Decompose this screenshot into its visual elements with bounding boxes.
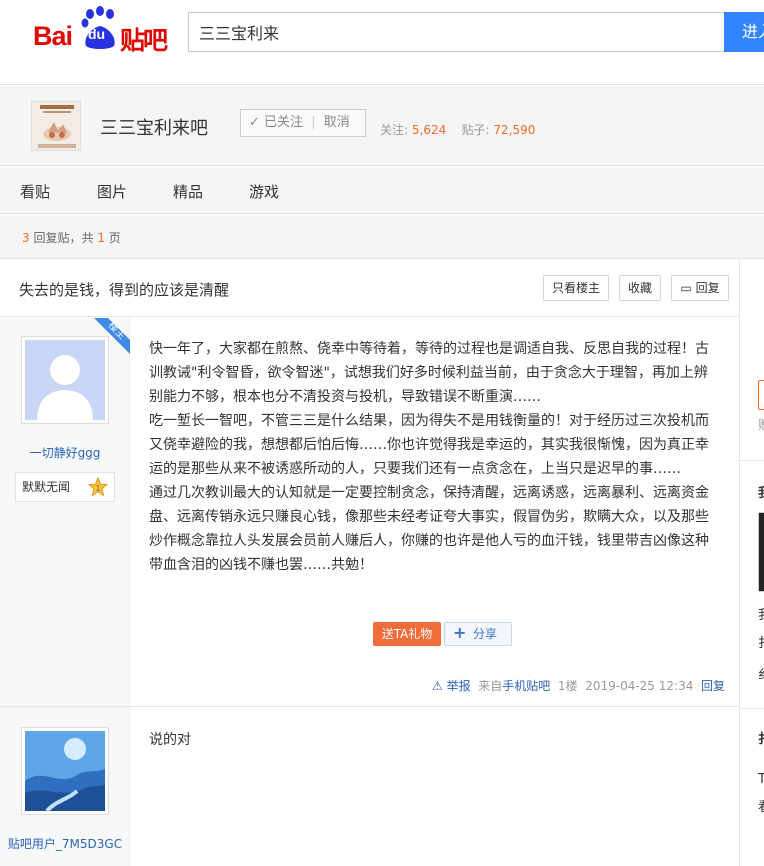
reply-count-label: 回复贴，共 xyxy=(33,231,94,245)
right-text: T xyxy=(758,772,764,787)
post-content: 快一年了，大家都在煎熬、侥幸中等待着，等待的过程也是调适自我、反思自我的过程！古… xyxy=(149,337,719,577)
post-count-label: 贴子: xyxy=(461,123,490,137)
page-count: 1 xyxy=(97,231,105,245)
check-icon: ✓ xyxy=(249,115,260,130)
enter-forum-button[interactable]: 进入 xyxy=(724,12,764,52)
logo-tieba: 贴吧 xyxy=(120,26,168,55)
source-prefix: 来自 xyxy=(478,679,503,693)
post-paragraph: 通过几次教训最大的认知就是一定要控制贪念，保持清醒，远离诱惑，远离暴利、远离资金… xyxy=(149,485,709,573)
right-text: 我 xyxy=(758,604,764,623)
sign-in-button[interactable] xyxy=(758,380,764,410)
tab-images[interactable]: 图片 xyxy=(97,181,127,202)
avatar[interactable] xyxy=(21,727,109,815)
tab-games[interactable]: 游戏 xyxy=(249,181,279,202)
reply-button-label: 回复 xyxy=(695,281,720,295)
followed-label: 已关注 xyxy=(264,115,304,130)
post-time: 2019-04-25 12:34 xyxy=(585,679,694,693)
logo-bai: Bai xyxy=(33,21,73,51)
search-input[interactable] xyxy=(188,12,725,52)
logo-du: du xyxy=(88,26,106,42)
svg-text:1: 1 xyxy=(95,484,100,493)
follow-separator: | xyxy=(311,115,316,130)
reply-summary: 3 回复贴，共 1 页 xyxy=(0,215,764,259)
author-name[interactable]: 一切静好ggg xyxy=(0,444,130,461)
star-icon: 1 xyxy=(88,477,108,497)
reply-count: 3 xyxy=(22,231,30,245)
tab-featured[interactable]: 精品 xyxy=(173,181,203,202)
share-label: 分享 xyxy=(473,627,498,641)
reply-button[interactable]: ▭ 回复 xyxy=(671,275,729,301)
follow-count: 5,624 xyxy=(411,123,447,137)
divider xyxy=(740,460,764,461)
post-paragraph: 快一年了，大家都在煎熬、侥幸中等待着，等待的过程也是调适自我、反思自我的过程！古… xyxy=(149,341,709,405)
send-gift-button[interactable]: 送TA礼物 xyxy=(373,622,441,646)
right-thumbnail[interactable] xyxy=(758,512,764,592)
post-tail: ⚠ 举报 来自手机贴吧 1楼 2019-04-25 12:34 回复 xyxy=(432,677,725,694)
floor-number: 1楼 xyxy=(557,679,578,693)
follow-count-label: 关注: xyxy=(380,123,409,137)
page-count-label: 页 xyxy=(108,231,121,245)
avatar[interactable] xyxy=(21,336,109,424)
forum-avatar-image xyxy=(32,102,80,150)
baidu-tieba-logo[interactable]: Bai du 贴吧 xyxy=(33,4,173,55)
forum-nav: 看贴 图片 精品 游戏 xyxy=(0,167,764,214)
reply-link[interactable]: 回复 xyxy=(701,679,725,693)
follow-toggle[interactable]: ✓ 已关注 | 取消 xyxy=(240,109,366,137)
right-heading: 我 xyxy=(758,482,764,501)
post-floor-2: 贴吧用户_7M5D3GC 说的对 xyxy=(0,707,740,866)
tab-posts[interactable]: 看贴 xyxy=(20,181,50,202)
right-heading: 扌 xyxy=(758,728,764,747)
thread-title: 失去的是钱，得到的应该是清醒 xyxy=(19,281,230,299)
forum-header: 三三宝利来吧 ✓ 已关注 | 取消 关注: 5,624 贴子: 72,590 xyxy=(0,86,764,166)
forum-avatar[interactable] xyxy=(31,101,81,151)
forum-stats: 关注: 5,624 贴子: 72,590 xyxy=(380,121,535,138)
top-bar: Bai du 贴吧 进入 xyxy=(0,0,764,85)
right-text: 赠 xyxy=(758,416,764,433)
only-author-button[interactable]: 只看楼主 xyxy=(543,275,609,301)
thread-title-bar: 失去的是钱，得到的应该是清醒 只看楼主 收藏 ▭ 回复 xyxy=(0,260,740,317)
post-paragraph: 吃一堑长一智吧，不管三三是什么结果，因为得失不是用钱衡量的！对于经历过三次投机而… xyxy=(149,413,709,477)
divider xyxy=(740,708,764,709)
warning-icon: ⚠ xyxy=(432,679,443,693)
author-name[interactable]: 贴吧用户_7M5D3GC xyxy=(0,835,130,852)
source-link[interactable]: 手机贴吧 xyxy=(502,679,550,693)
cancel-follow-button[interactable]: 取消 xyxy=(324,115,350,130)
right-text: 看 xyxy=(758,796,764,815)
post-paragraph: 说的对 xyxy=(149,732,191,748)
comment-icon: ▭ xyxy=(680,281,692,295)
report-link[interactable]: 举报 xyxy=(447,679,471,693)
post-count: 72,590 xyxy=(493,123,536,137)
right-text: 扌 xyxy=(758,632,764,651)
plus-icon: + xyxy=(453,623,467,642)
forum-name[interactable]: 三三宝利来吧 xyxy=(100,114,208,140)
right-text: 纟 xyxy=(758,664,764,683)
default-avatar-image xyxy=(25,340,105,420)
share-button[interactable]: + 分享 xyxy=(444,622,512,646)
right-sidebar: 赠 我 我 扌 纟 扌 T 看 xyxy=(739,260,764,866)
landscape-avatar-image xyxy=(25,731,105,813)
collect-button[interactable]: 收藏 xyxy=(619,275,661,301)
user-level[interactable]: 默默无闻 1 xyxy=(15,472,115,502)
user-level-label: 默默无闻 xyxy=(22,480,71,494)
post-content: 说的对 xyxy=(149,728,719,752)
post-floor-1: 楼主 一切静好ggg 默默无闻 1 快一年了，大家都在煎熬、侥幸中等待着，等待的… xyxy=(0,318,740,706)
